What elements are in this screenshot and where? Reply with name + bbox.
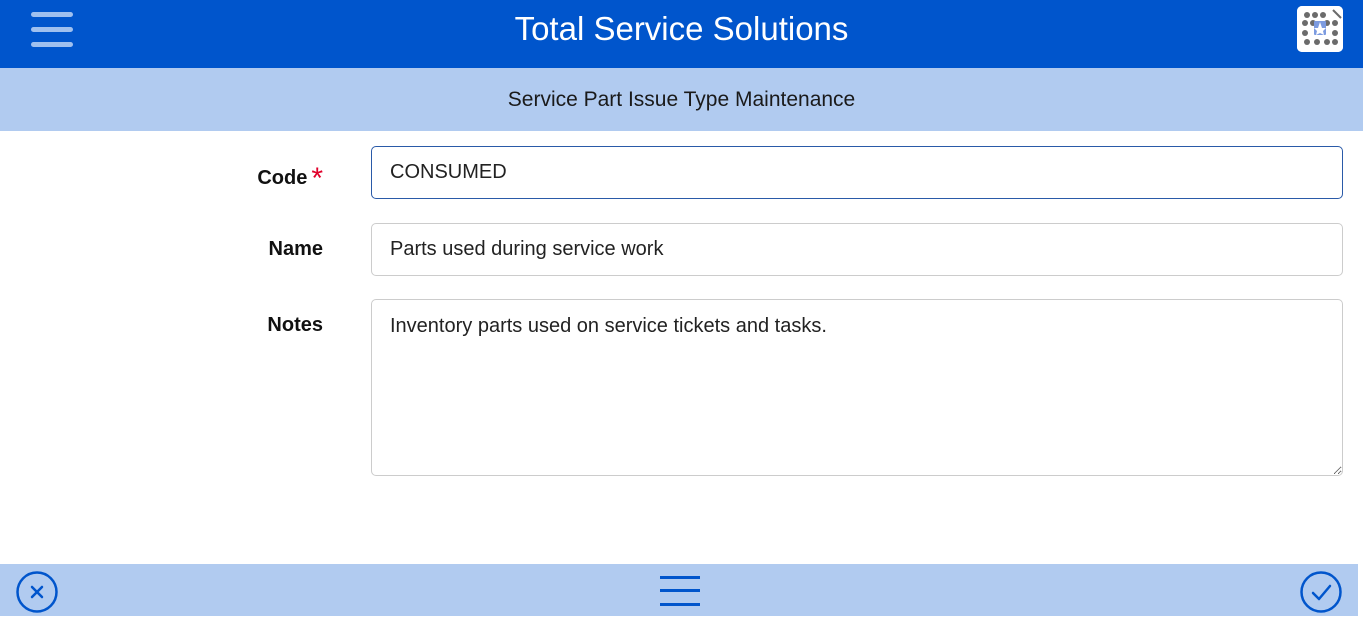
app-logo-icon[interactable] <box>1297 6 1343 52</box>
page-title-bar: Service Part Issue Type Maintenance <box>0 68 1363 131</box>
code-input[interactable] <box>371 146 1343 199</box>
confirm-button[interactable] <box>1300 571 1342 613</box>
bottom-toolbar <box>0 564 1358 616</box>
confirm-check-icon <box>1300 571 1342 613</box>
cancel-button[interactable] <box>16 571 58 613</box>
notes-textarea[interactable]: Inventory parts used on service tickets … <box>371 299 1343 476</box>
app-header: Total Service Solutions <box>0 0 1363 68</box>
app-title: Total Service Solutions <box>514 10 849 47</box>
page-title: Service Part Issue Type Maintenance <box>507 88 856 111</box>
cancel-circle-icon <box>16 571 58 613</box>
menu-icon[interactable] <box>660 575 700 607</box>
name-input[interactable] <box>371 223 1343 276</box>
name-label: Name <box>268 238 323 260</box>
notes-label: Notes <box>267 314 323 336</box>
code-label: Code * <box>0 158 323 195</box>
required-marker: * <box>311 162 323 195</box>
code-label-text: Code <box>257 167 308 189</box>
